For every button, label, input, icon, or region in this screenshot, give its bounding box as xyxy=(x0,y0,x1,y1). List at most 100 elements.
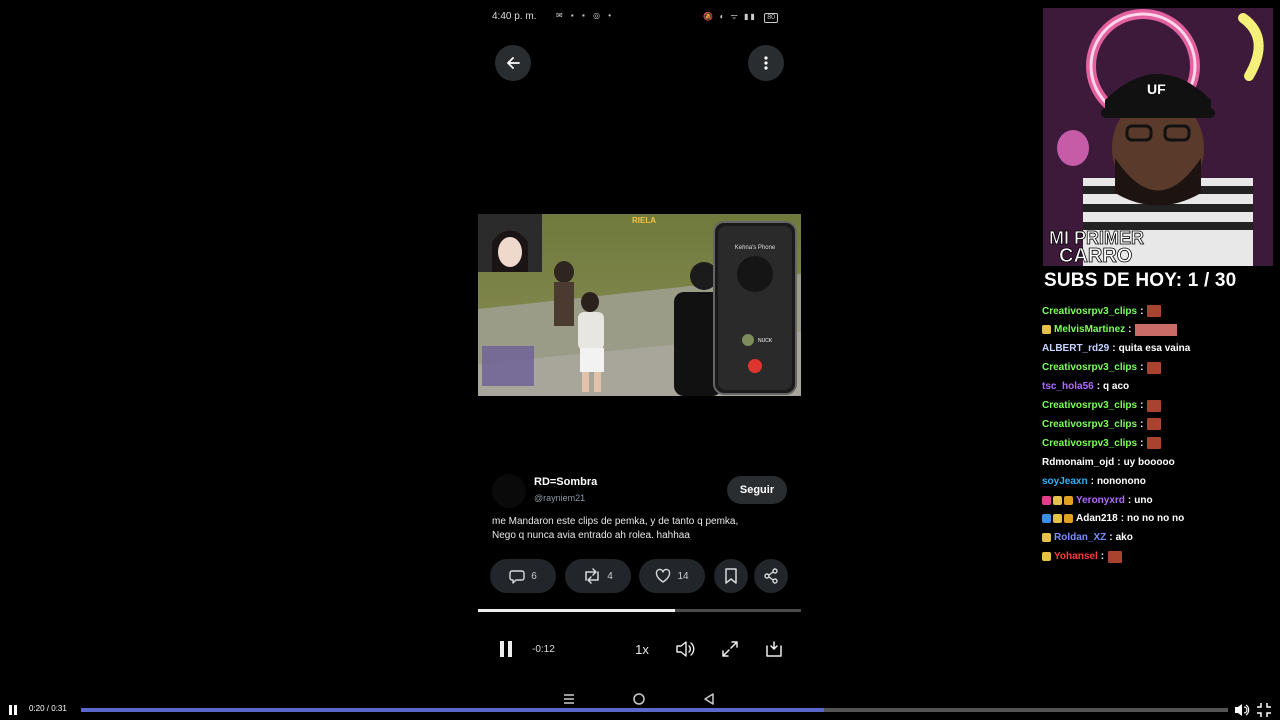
chat-text: uy booooo xyxy=(1123,456,1175,468)
phone-status-bar: 4:40 p. m. ✉ ▪ ▪ ◎ • 🔕 ◐ ᯤ ▮▮ 80 xyxy=(492,10,792,26)
time-remaining: -0:12 xyxy=(532,643,555,655)
chat-badges xyxy=(1042,514,1073,524)
battery-icon: 80 xyxy=(764,13,778,23)
signal-icons: 🔕 ◐ ᯤ ▮▮ xyxy=(703,12,757,21)
share-button[interactable] xyxy=(754,559,788,593)
video-seek-bar[interactable] xyxy=(81,708,1228,712)
chat-username[interactable]: Yeronyxrd xyxy=(1076,495,1125,506)
chat-message: Creativosrpv3_clips: xyxy=(1042,302,1278,320)
cap-logo: UF xyxy=(1147,81,1166,97)
chat-badge-icon xyxy=(1042,514,1051,524)
chat-username[interactable]: Creativosrpv3_clips xyxy=(1042,419,1137,430)
back-button[interactable] xyxy=(495,45,531,81)
volume-button[interactable] xyxy=(674,632,696,666)
avatar[interactable] xyxy=(492,474,526,508)
chat-username[interactable]: Creativosrpv3_clips xyxy=(1042,306,1137,317)
post-video-media[interactable]: RIELA Kehna's Phone NUCK xyxy=(478,214,801,396)
fullscreen-button[interactable] xyxy=(719,632,741,666)
comment-icon xyxy=(509,570,525,584)
chat-username[interactable]: tsc_hola56 xyxy=(1042,381,1094,392)
chat-username[interactable]: Adan218 xyxy=(1076,513,1118,524)
chat-message: MelvisMartinez: xyxy=(1042,321,1278,339)
chat-badges xyxy=(1042,495,1073,505)
status-time: 4:40 p. m. xyxy=(492,11,537,22)
system-icons: 🔕 ◐ ᯤ ▮▮ 80 xyxy=(703,11,778,23)
video-progress-fill xyxy=(81,708,825,712)
chat-username[interactable]: ALBERT_rd29 xyxy=(1042,343,1109,354)
chat-separator: : xyxy=(1100,551,1105,563)
chat-username[interactable]: Creativosrpv3_clips xyxy=(1042,400,1137,411)
pause-icon xyxy=(9,705,17,715)
chat-message: Creativosrpv3_clips: xyxy=(1042,434,1278,452)
chat-text: q aco xyxy=(1103,381,1130,393)
chat-badge-icon xyxy=(1042,495,1051,505)
chat-username[interactable]: Creativosrpv3_clips xyxy=(1042,438,1137,449)
chat-message: Rdmonaim_ojd: uy booooo xyxy=(1042,453,1278,471)
chat-badge-icon xyxy=(1064,514,1073,524)
video-player-bar: 0:20 / 0:31 xyxy=(0,700,1280,720)
exit-fullscreen-icon xyxy=(1257,703,1271,717)
webcam-image: UF MI PRIMER CARRO xyxy=(1043,8,1273,266)
chat-separator: : xyxy=(1140,305,1144,317)
chat-message: ALBERT_rd29: quita esa vaina xyxy=(1042,340,1278,358)
repost-button[interactable]: 4 xyxy=(565,559,631,593)
reply-button[interactable]: 6 xyxy=(490,559,556,593)
follow-button[interactable]: Seguir xyxy=(727,476,787,504)
chat-separator: : xyxy=(1140,418,1144,430)
chat-separator: : xyxy=(1140,400,1144,411)
post-text-line: me Mandaron este clips de pemka, y de ta… xyxy=(492,516,739,527)
minimize-button[interactable] xyxy=(763,632,785,666)
chat-separator: : xyxy=(1120,513,1125,525)
chat-username[interactable]: Creativosrpv3_clips xyxy=(1042,362,1137,373)
like-button[interactable]: 14 xyxy=(639,559,705,593)
server-logo: RIELA xyxy=(632,216,656,225)
chat-emote-icon xyxy=(1147,399,1162,412)
video-volume-button[interactable] xyxy=(1234,702,1250,718)
notification-icons: ✉ ▪ ▪ ◎ • xyxy=(556,11,615,20)
chat-emote-icon xyxy=(1147,437,1162,450)
caller-name: NUCK xyxy=(758,338,773,344)
streamer-webcam: UF MI PRIMER CARRO xyxy=(1043,8,1273,266)
chat-badge-icon xyxy=(1053,514,1062,524)
chat-separator: : xyxy=(1140,437,1144,449)
chat-username[interactable]: Yohansel xyxy=(1054,551,1098,562)
more-options-button[interactable] xyxy=(748,45,784,81)
cam-banner-line2: CARRO xyxy=(1059,245,1132,266)
heart-icon xyxy=(656,568,671,583)
chat-text: ako xyxy=(1115,532,1133,544)
phone-video-progress[interactable] xyxy=(478,609,801,612)
author-name[interactable]: RD=Sombra xyxy=(534,476,597,488)
chat-message: Roldan_XZ: ako xyxy=(1042,529,1278,547)
bookmark-button[interactable] xyxy=(714,559,748,593)
chat-badge-icon xyxy=(1042,552,1051,562)
author-handle[interactable]: @rayniem21 xyxy=(534,493,585,503)
chat-username[interactable]: MelvisMartinez xyxy=(1054,324,1125,335)
chat-message: Creativosrpv3_clips: xyxy=(1042,397,1278,415)
exit-fullscreen-button[interactable] xyxy=(1256,702,1272,718)
video-pause-button[interactable] xyxy=(6,703,20,717)
stream-stage: 4:40 p. m. ✉ ▪ ▪ ◎ • 🔕 ◐ ᯤ ▮▮ 80 RIELA K… xyxy=(0,0,1280,720)
playback-speed-button[interactable]: 1x xyxy=(632,632,652,666)
pause-button[interactable] xyxy=(494,632,518,666)
repost-count: 4 xyxy=(607,570,613,582)
chat-separator: : xyxy=(1090,475,1094,487)
chat-message: Creativosrpv3_clips: xyxy=(1042,415,1278,433)
chat-message: Yeronyxrd: uno xyxy=(1042,491,1278,509)
post-text-line: Nego q nunca avia entrado ah rolea. hahh… xyxy=(492,530,690,541)
chat-emote-icon xyxy=(1147,361,1162,374)
chat-username[interactable]: Rdmonaim_ojd xyxy=(1042,457,1114,468)
game-clip-image: RIELA Kehna's Phone NUCK xyxy=(478,214,801,396)
post-text: me Mandaron este clips de pemka, y de ta… xyxy=(492,515,792,543)
volume-icon xyxy=(676,641,695,657)
exit-player-icon xyxy=(766,641,782,657)
chat-username[interactable]: Roldan_XZ xyxy=(1054,532,1106,543)
chat-emote-icon xyxy=(1147,305,1162,317)
chat-username[interactable]: soyJeaxn xyxy=(1042,476,1088,487)
chat-separator: : xyxy=(1096,381,1101,393)
phone-progress-fill xyxy=(478,609,676,612)
like-count: 14 xyxy=(677,570,689,582)
chat-separator: : xyxy=(1128,324,1132,336)
chat-text: uno xyxy=(1134,494,1153,506)
chat-badges xyxy=(1042,552,1051,562)
chat-separator: : xyxy=(1127,494,1132,506)
